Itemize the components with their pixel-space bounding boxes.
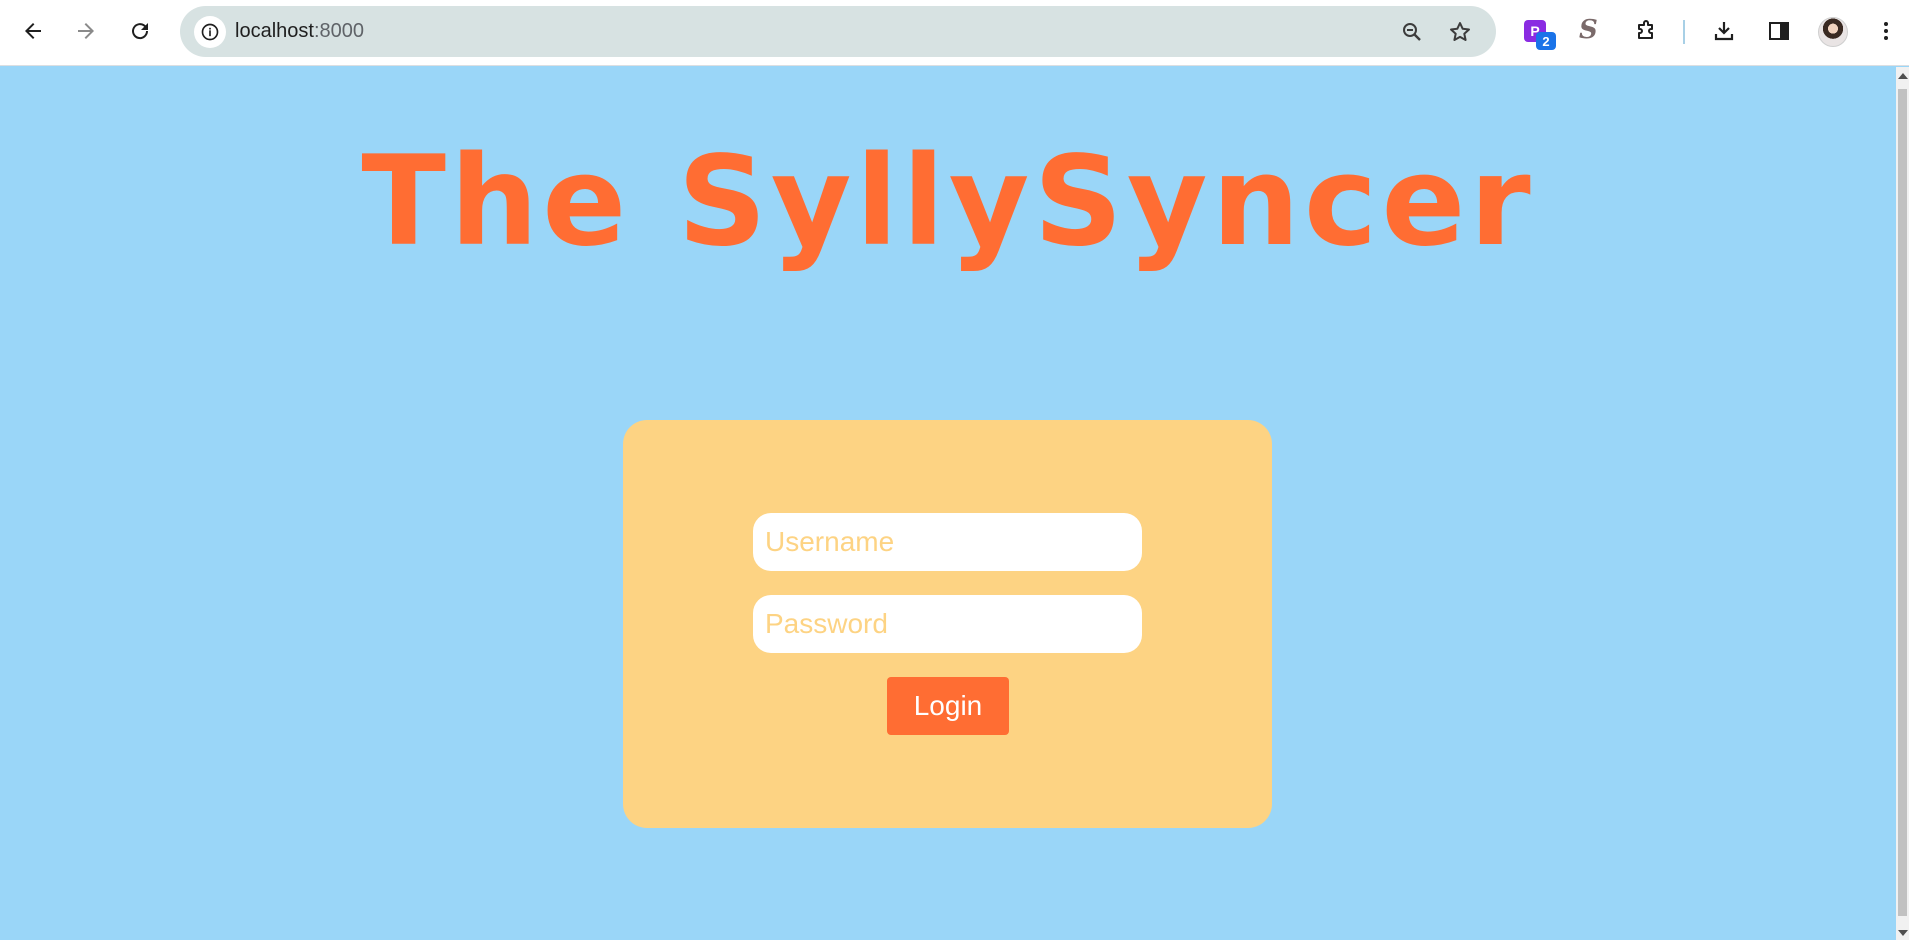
url-port: :8000 <box>313 20 364 42</box>
url-text[interactable]: localhost:8000 <box>235 20 364 43</box>
bookmark-button[interactable] <box>1446 18 1474 46</box>
extensions-puzzle-icon <box>1638 20 1653 39</box>
browser-toolbar: localhost:8000 P 2 S <box>0 0 1909 66</box>
page-title: The SyllySyncer <box>361 130 1535 274</box>
site-info-icon <box>201 23 219 41</box>
back-icon <box>25 23 41 39</box>
address-bar[interactable]: localhost:8000 <box>180 6 1496 57</box>
bookmark-star-icon <box>1450 22 1470 41</box>
scroll-thumb[interactable] <box>1898 89 1907 916</box>
side-panel-icon <box>1769 22 1789 40</box>
more-menu-button[interactable] <box>1868 13 1904 49</box>
scroll-up-arrow-icon[interactable] <box>1898 73 1908 79</box>
back-button[interactable] <box>15 13 51 49</box>
login-button[interactable]: Login <box>887 677 1009 735</box>
toolbar-divider <box>1683 20 1685 44</box>
download-icon <box>1714 22 1734 41</box>
url-host: localhost <box>235 20 314 42</box>
extension-badge: 2 <box>1536 32 1556 50</box>
download-button[interactable] <box>1706 13 1742 49</box>
login-card: Login <box>623 420 1272 828</box>
forward-icon <box>78 23 94 39</box>
reload-icon <box>132 23 149 40</box>
zoom-icon <box>1403 23 1421 41</box>
reload-button[interactable] <box>122 13 158 49</box>
side-panel-button[interactable] <box>1761 13 1797 49</box>
password-input[interactable] <box>753 595 1142 653</box>
vertical-scrollbar[interactable] <box>1896 67 1909 940</box>
profile-avatar[interactable] <box>1818 17 1848 47</box>
extension-s-icon[interactable]: S <box>1579 15 1598 45</box>
forward-button[interactable] <box>68 13 104 49</box>
scroll-down-arrow-icon[interactable] <box>1898 930 1908 936</box>
extensions-button[interactable] <box>1628 13 1664 49</box>
username-input[interactable] <box>753 513 1142 571</box>
zoom-button[interactable] <box>1398 18 1426 46</box>
more-menu-icon <box>1884 22 1888 40</box>
site-info-button[interactable] <box>194 16 226 48</box>
